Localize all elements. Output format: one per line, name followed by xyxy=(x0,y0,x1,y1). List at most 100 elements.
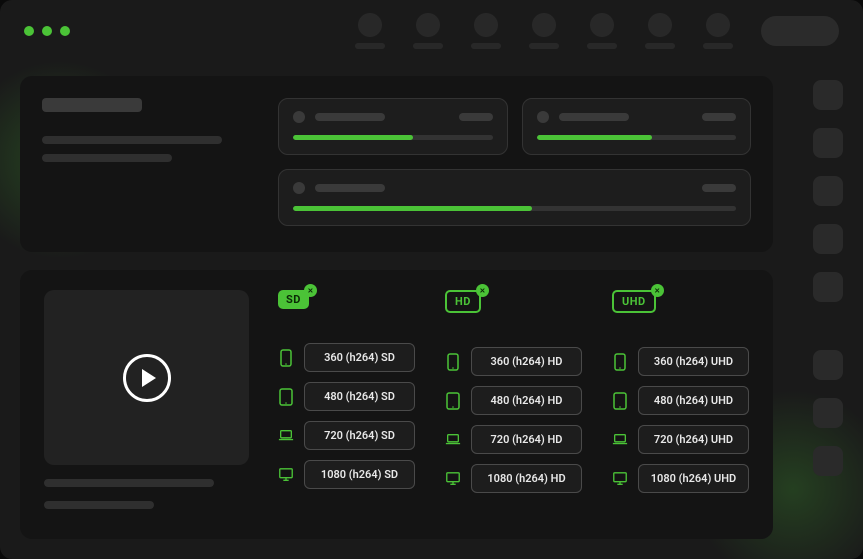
quality-badge-hd[interactable]: HD ✕ xyxy=(445,290,481,313)
nav-item[interactable] xyxy=(645,13,675,49)
main-area: SD ✕ 360 (h264) SD 480 (h264) SD xyxy=(0,62,863,559)
progress-bar xyxy=(293,206,736,211)
progress-meta-placeholder xyxy=(702,113,736,121)
progress-bar xyxy=(537,135,737,140)
format-button[interactable]: 360 (h264) HD xyxy=(471,347,582,376)
format-row: 1080 (h264) HD xyxy=(445,464,582,493)
status-dot xyxy=(293,182,305,194)
preview-meta-line xyxy=(44,479,214,487)
format-row: 480 (h264) SD xyxy=(278,382,415,411)
titlebar xyxy=(0,0,863,62)
rail-button[interactable] xyxy=(813,446,843,476)
nav-item[interactable] xyxy=(529,13,559,49)
rail-button[interactable] xyxy=(813,350,843,380)
preview-meta-line xyxy=(44,501,154,509)
tablet-icon xyxy=(278,387,294,407)
format-row: 360 (h264) SD xyxy=(278,343,415,372)
format-row: 480 (h264) UHD xyxy=(612,386,749,415)
info-line xyxy=(42,136,222,144)
progress-label-placeholder xyxy=(315,184,385,192)
laptop-icon xyxy=(278,426,294,446)
progress-card[interactable] xyxy=(278,98,508,155)
desktop-icon xyxy=(612,469,628,489)
progress-card[interactable] xyxy=(522,98,752,155)
format-columns: SD ✕ 360 (h264) SD 480 (h264) SD xyxy=(278,290,749,519)
format-button[interactable]: 360 (h264) SD xyxy=(304,343,415,372)
rail-button[interactable] xyxy=(813,224,843,254)
tablet-icon xyxy=(612,391,628,411)
nav-item[interactable] xyxy=(587,13,617,49)
format-row: 360 (h264) UHD xyxy=(612,347,749,376)
encode-status-panel xyxy=(20,76,773,252)
nav-item[interactable] xyxy=(413,13,443,49)
info-line xyxy=(42,154,172,162)
rail-button[interactable] xyxy=(813,176,843,206)
panel-title-placeholder xyxy=(42,98,142,112)
phone-icon xyxy=(445,352,461,372)
traffic-light-close[interactable] xyxy=(24,26,34,36)
rail-button[interactable] xyxy=(813,272,843,302)
progress-card[interactable] xyxy=(278,169,751,226)
traffic-light-minimize[interactable] xyxy=(42,26,52,36)
laptop-icon xyxy=(445,430,461,450)
progress-cards xyxy=(278,98,751,226)
format-col-uhd: UHD ✕ 360 (h264) UHD 480 (h264) UHD xyxy=(612,290,749,519)
play-icon xyxy=(142,369,156,387)
share-icon[interactable]: ✕ xyxy=(304,284,317,297)
progress-meta-placeholder xyxy=(702,184,736,192)
nav-item[interactable] xyxy=(703,13,733,49)
phone-icon xyxy=(278,348,294,368)
desktop-icon xyxy=(278,465,294,485)
format-button[interactable]: 720 (h264) SD xyxy=(304,421,415,450)
desktop-icon xyxy=(445,469,461,489)
share-icon[interactable]: ✕ xyxy=(651,284,664,297)
format-button[interactable]: 1080 (h264) UHD xyxy=(638,464,749,493)
format-col-sd: SD ✕ 360 (h264) SD 480 (h264) SD xyxy=(278,290,415,519)
status-dot xyxy=(293,111,305,123)
laptop-icon xyxy=(612,430,628,450)
titlebar-nav xyxy=(355,13,839,49)
format-row: 720 (h264) UHD xyxy=(612,425,749,454)
format-row: 480 (h264) HD xyxy=(445,386,582,415)
share-icon[interactable]: ✕ xyxy=(476,284,489,297)
format-row: 1080 (h264) UHD xyxy=(612,464,749,493)
format-button[interactable]: 1080 (h264) HD xyxy=(471,464,582,493)
rail-button[interactable] xyxy=(813,398,843,428)
format-button[interactable]: 480 (h264) SD xyxy=(304,382,415,411)
rail-button[interactable] xyxy=(813,128,843,158)
format-row: 360 (h264) HD xyxy=(445,347,582,376)
progress-meta-placeholder xyxy=(459,113,493,121)
rail-button[interactable] xyxy=(813,80,843,110)
nav-item[interactable] xyxy=(355,13,385,49)
format-row: 720 (h264) HD xyxy=(445,425,582,454)
right-rail xyxy=(793,62,863,559)
nav-action-button[interactable] xyxy=(761,16,839,46)
format-button[interactable]: 720 (h264) HD xyxy=(471,425,582,454)
progress-label-placeholder xyxy=(559,113,629,121)
play-button[interactable] xyxy=(123,354,171,402)
format-button[interactable]: 360 (h264) UHD xyxy=(638,347,749,376)
tablet-icon xyxy=(445,391,461,411)
status-dot xyxy=(537,111,549,123)
nav-item[interactable] xyxy=(471,13,501,49)
output-formats-panel: SD ✕ 360 (h264) SD 480 (h264) SD xyxy=(20,270,773,539)
video-preview[interactable] xyxy=(44,290,249,465)
progress-bar xyxy=(293,135,493,140)
format-button[interactable]: 1080 (h264) SD xyxy=(304,460,415,489)
format-row: 720 (h264) SD xyxy=(278,421,415,450)
format-button[interactable]: 480 (h264) HD xyxy=(471,386,582,415)
progress-label-placeholder xyxy=(315,113,385,121)
format-col-hd: HD ✕ 360 (h264) HD 480 (h264) HD xyxy=(445,290,582,519)
preview-column xyxy=(44,290,254,519)
format-button[interactable]: 720 (h264) UHD xyxy=(638,425,749,454)
content-column: SD ✕ 360 (h264) SD 480 (h264) SD xyxy=(0,62,793,559)
quality-badge-uhd[interactable]: UHD ✕ xyxy=(612,290,656,313)
quality-badge-sd[interactable]: SD ✕ xyxy=(278,290,309,309)
format-row: 1080 (h264) SD xyxy=(278,460,415,489)
phone-icon xyxy=(612,352,628,372)
panel-info xyxy=(42,98,252,226)
format-button[interactable]: 480 (h264) UHD xyxy=(638,386,749,415)
traffic-light-zoom[interactable] xyxy=(60,26,70,36)
app-window: SD ✕ 360 (h264) SD 480 (h264) SD xyxy=(0,0,863,559)
rail-spacer xyxy=(813,320,843,332)
